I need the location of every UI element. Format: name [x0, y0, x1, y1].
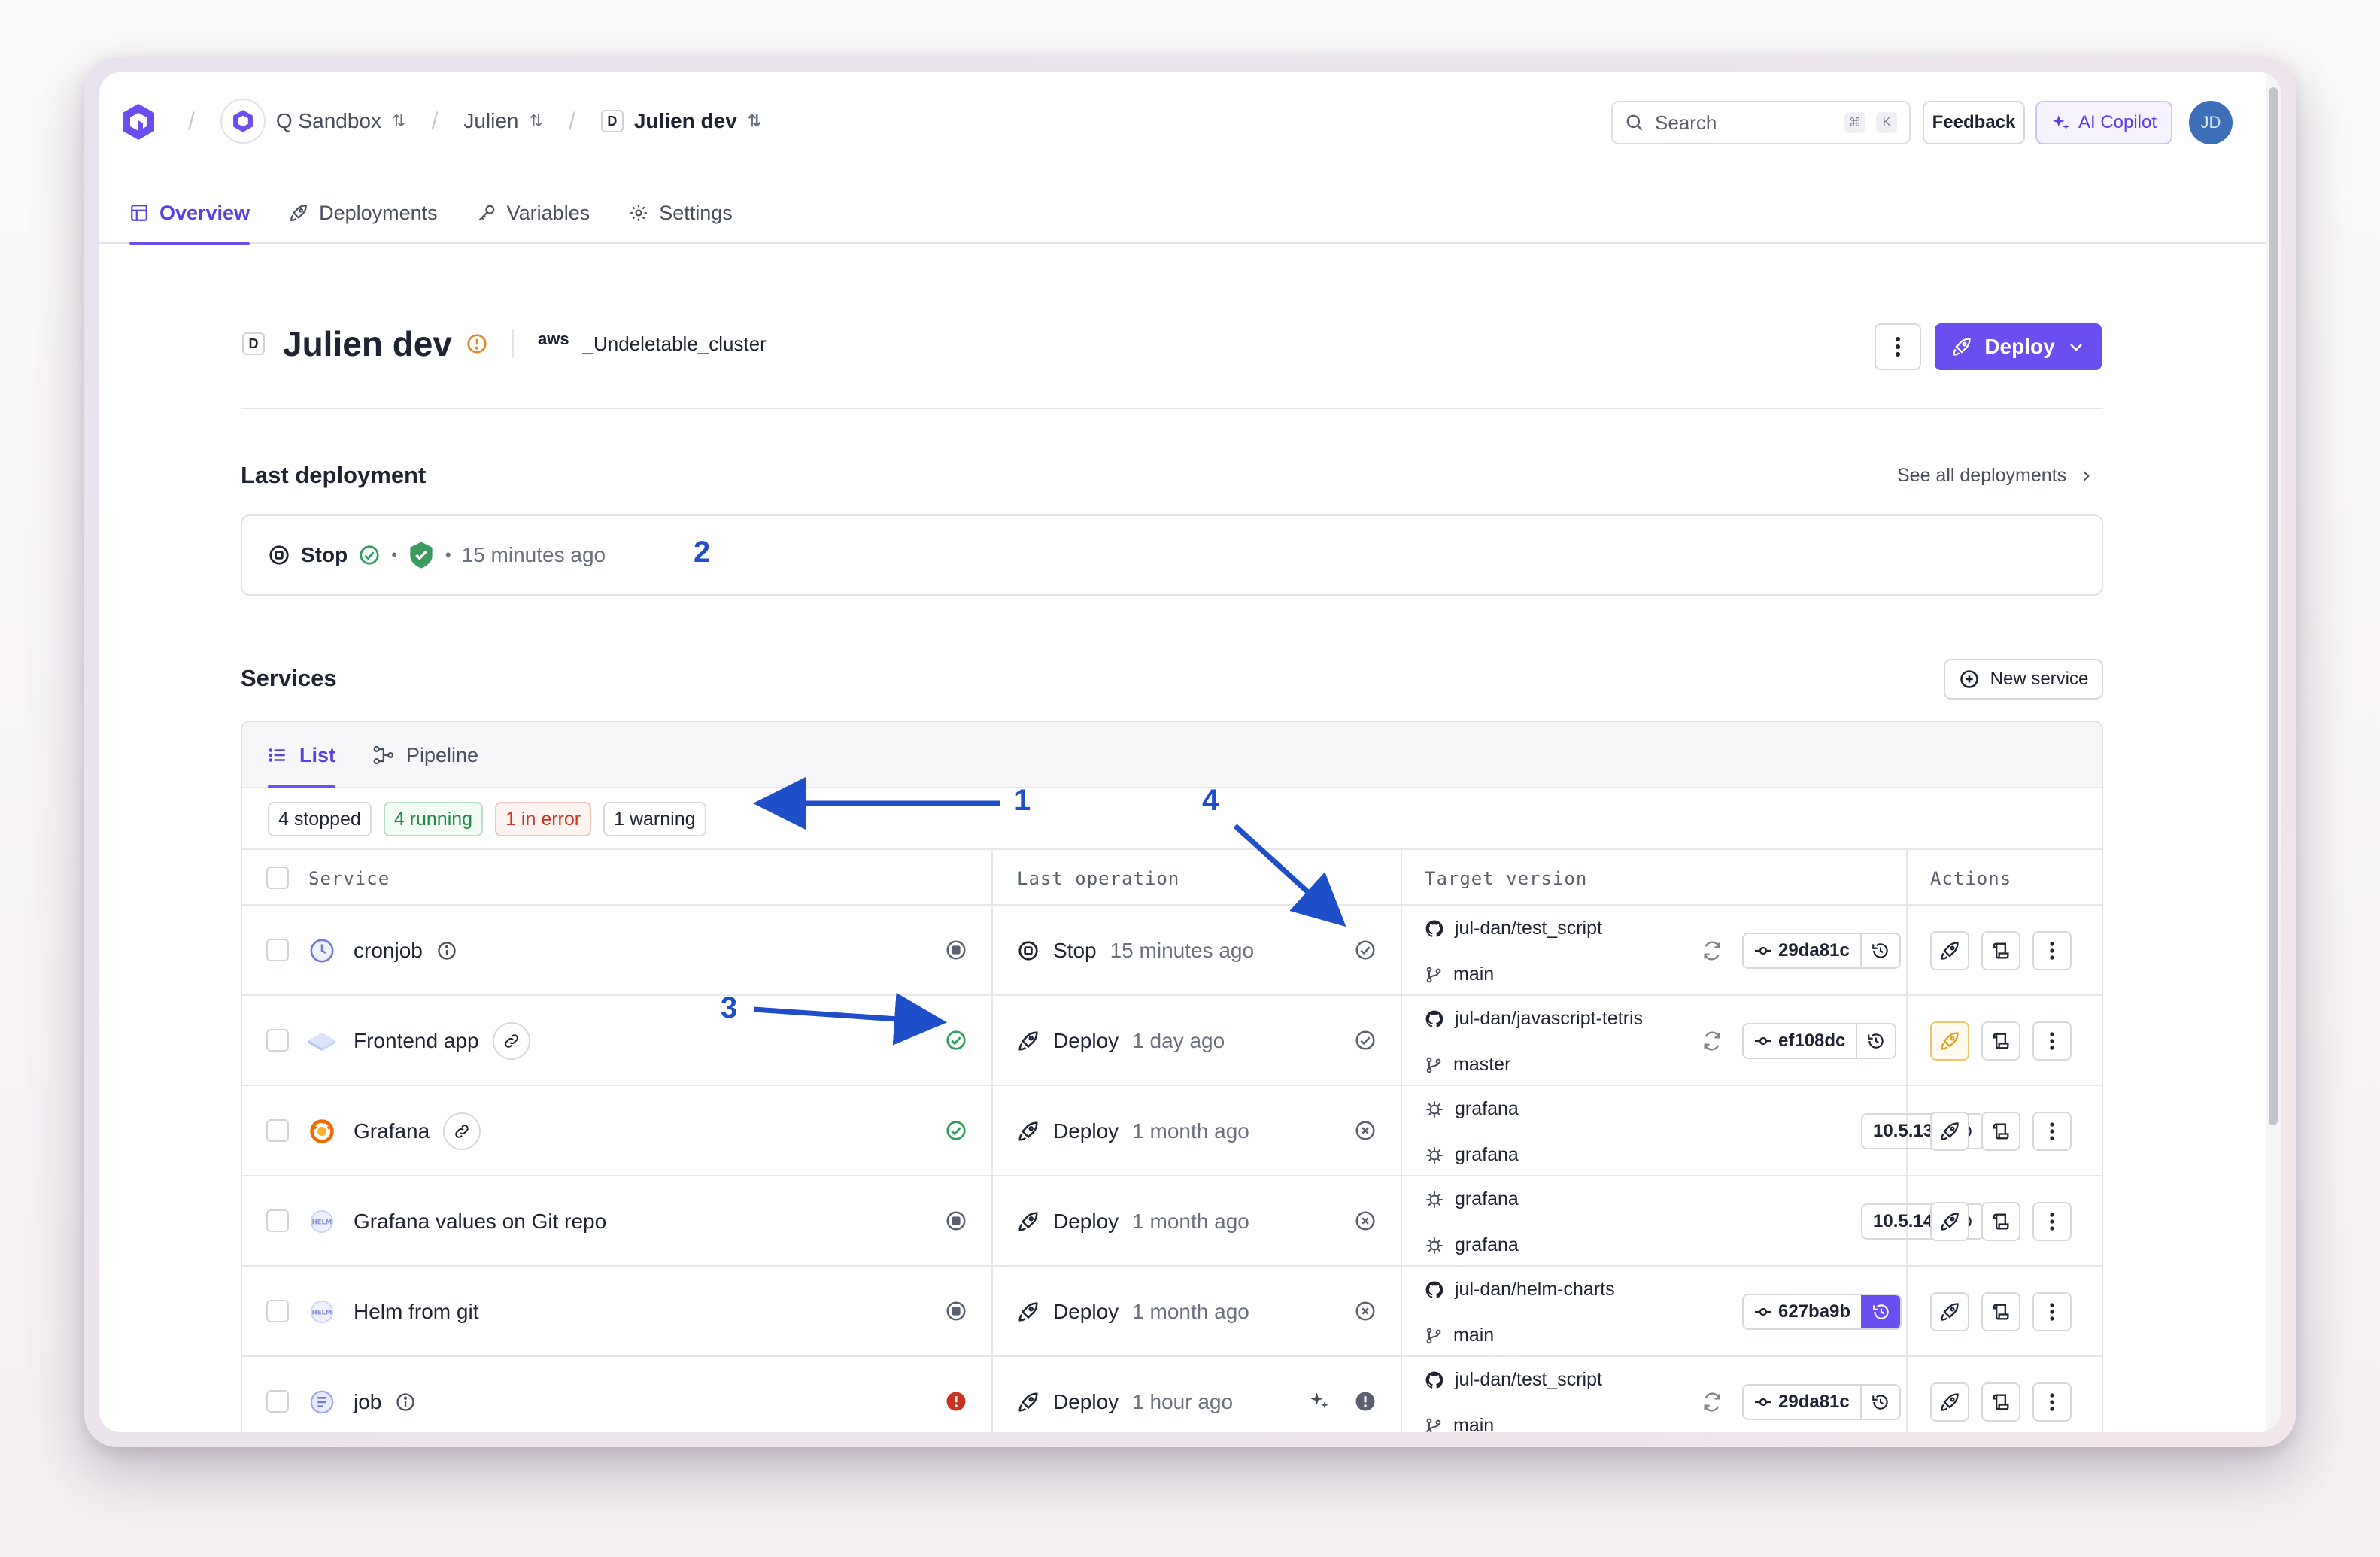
annotation-arrows — [753, 777, 1346, 1046]
annotation-label-4: 4 — [1202, 784, 1219, 817]
scrollbar[interactable] — [2266, 72, 2281, 1432]
scrollbar-thumb[interactable] — [2269, 87, 2278, 1125]
annotation-arrow-3 — [753, 992, 947, 1046]
app-window: / Q Sandbox ⇅ / Julien ⇅ / D Julien dev … — [99, 72, 2281, 1432]
annotation-label-1: 1 — [1014, 784, 1031, 817]
window-frame: / Q Sandbox ⇅ / Julien ⇅ / D Julien dev … — [84, 57, 2296, 1447]
annotation-arrow-4 — [1233, 824, 1346, 927]
annotation-label-2: 2 — [694, 536, 711, 569]
annotation-label-3: 3 — [721, 991, 738, 1024]
